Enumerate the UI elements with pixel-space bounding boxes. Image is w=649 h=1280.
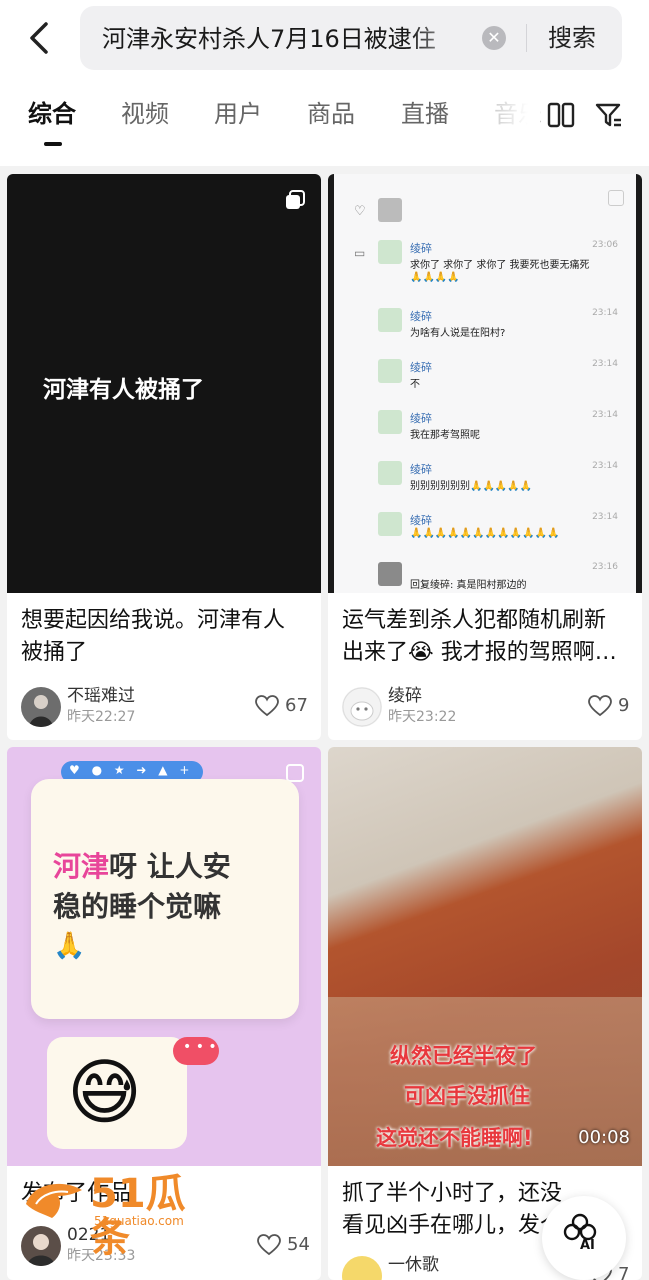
search-box[interactable]: 河津永安村杀人7月16日被逮住 ✕ 搜索: [80, 6, 622, 70]
ai-assistant-button[interactable]: AI: [542, 1196, 626, 1280]
emoji-bubble: 😅: [47, 1037, 187, 1149]
card-body: 运气差到杀人犯都随机刷新出来了😭 我才报的驾照啊… 绫碎 昨天23:22 9: [328, 593, 642, 740]
typing-bubble-icon: • • •: [173, 1037, 219, 1065]
post-time: 昨天22:27: [67, 709, 136, 725]
heart-icon: [257, 1234, 281, 1256]
like-button[interactable]: 54: [257, 1232, 311, 1258]
cover-text: 河津呀 让人安: [53, 850, 231, 883]
card-cover[interactable]: ♥ ● ★ ➜ ▲ + 河津呀 让人安 稳的睡个觉嘛 🙏 😅 • • •: [7, 747, 321, 1166]
clear-icon[interactable]: ✕: [482, 26, 506, 50]
heart-icon: ♡: [354, 204, 366, 219]
avatar: [378, 562, 402, 586]
heart-icon: [255, 695, 279, 717]
two-column-layout-icon[interactable]: [546, 100, 576, 130]
avatar: [378, 461, 402, 485]
tab-general[interactable]: 综合: [28, 98, 76, 130]
card-title[interactable]: 抓了半个小时了，还没看见凶手在哪儿，发个抖: [342, 1178, 572, 1242]
like-count: 7: [618, 1264, 630, 1280]
avatar: [378, 512, 402, 536]
multi-image-icon: [285, 190, 305, 210]
post-time: 昨天23:22: [388, 709, 457, 725]
chat-screenshot: ♡ ▭ 绫碎 23:06 求你了 求你了 求你了 我要死也要无痛死 🙏🙏🙏🙏 绫…: [334, 174, 636, 593]
avatar: [378, 198, 402, 222]
ai-label: AI: [580, 1238, 595, 1253]
watermark-url: 51guatiao.com: [94, 1214, 184, 1228]
search-divider: [526, 24, 527, 52]
overlay-text: 这觉还不能睡啊!: [376, 1126, 533, 1150]
card-title[interactable]: 想要起因给我说。河津有人被捅了: [21, 605, 305, 669]
sweat-smile-emoji: 😅: [67, 1050, 143, 1134]
avatar: [378, 359, 402, 383]
top-bar: 河津永安村杀人7月16日被逮住 ✕ 搜索: [0, 0, 649, 80]
result-card[interactable]: ♡ ▭ 绫碎 23:06 求你了 求你了 求你了 我要死也要无痛死 🙏🙏🙏🙏 绫…: [328, 174, 642, 740]
watermark-logo: 51瓜条 51guatiao.com: [22, 1172, 222, 1260]
overlay-text: 可凶手没抓住: [404, 1084, 530, 1108]
heart-icon: [588, 695, 612, 717]
card-cover[interactable]: 河津有人被捅了: [7, 174, 321, 593]
overlay-text: 纵然已经半夜了: [390, 1044, 537, 1068]
avatar: [378, 410, 402, 434]
card-cover[interactable]: ♡ ▭ 绫碎 23:06 求你了 求你了 求你了 我要死也要无痛死 🙏🙏🙏🙏 绫…: [328, 174, 642, 593]
card-body: 想要起因给我说。河津有人被捅了 不瑶难过 昨天22:27 67: [7, 593, 321, 740]
search-text-fade: [410, 20, 474, 58]
result-card[interactable]: 河津有人被捅了 想要起因给我说。河津有人被捅了 不瑶难过 昨天22:27 67: [7, 174, 321, 740]
tab-bar: 综合 视频 用户 商品 直播 音乐: [0, 80, 649, 166]
like-button[interactable]: 9: [588, 693, 632, 719]
tab-fade: [480, 92, 540, 136]
avatar[interactable]: [21, 687, 61, 727]
like-button[interactable]: 67: [255, 693, 311, 719]
video-duration: 00:08: [578, 1127, 630, 1148]
avatar: [378, 308, 402, 332]
like-count: 9: [618, 695, 630, 716]
author-name[interactable]: 不瑶难过: [67, 685, 135, 707]
card-cover[interactable]: 纵然已经半夜了 可凶手没抓住 这觉还不能睡啊! 00:08: [328, 747, 642, 1166]
speech-bubble: 河津呀 让人安 稳的睡个觉嘛 🙏: [31, 779, 299, 1019]
tab-video[interactable]: 视频: [121, 98, 169, 130]
like-count: 67: [285, 695, 308, 716]
avatar[interactable]: [342, 1256, 382, 1280]
card-title[interactable]: 运气差到杀人犯都随机刷新出来了😭 我才报的驾照啊…: [342, 605, 626, 669]
avatar[interactable]: [342, 687, 382, 727]
cover-text: 河津有人被捅了: [43, 377, 204, 403]
tab-products[interactable]: 商品: [307, 98, 355, 130]
author-name[interactable]: 一休歌: [388, 1254, 439, 1276]
tab-live[interactable]: 直播: [401, 98, 449, 130]
pray-emoji: 🙏: [53, 931, 86, 961]
multi-image-icon: [608, 190, 624, 206]
avatar: [378, 240, 402, 264]
like-count: 54: [287, 1234, 310, 1255]
author-name[interactable]: 绫碎: [388, 685, 422, 707]
tab-users[interactable]: 用户: [214, 98, 262, 130]
active-tab-indicator: [44, 142, 62, 146]
back-arrow-icon[interactable]: [22, 18, 56, 58]
comment-icon: ▭: [354, 246, 366, 260]
filter-icon[interactable]: [594, 100, 624, 130]
watermark-shell-icon: [26, 1183, 82, 1218]
avatar[interactable]: [21, 1226, 61, 1266]
author-row: 不瑶难过 昨天22:27 67: [21, 685, 311, 729]
author-row: 绫碎 昨天23:22 9: [342, 685, 632, 729]
cover-text-line2: 稳的睡个觉嘛: [53, 890, 222, 923]
search-button[interactable]: 搜索: [548, 22, 596, 54]
